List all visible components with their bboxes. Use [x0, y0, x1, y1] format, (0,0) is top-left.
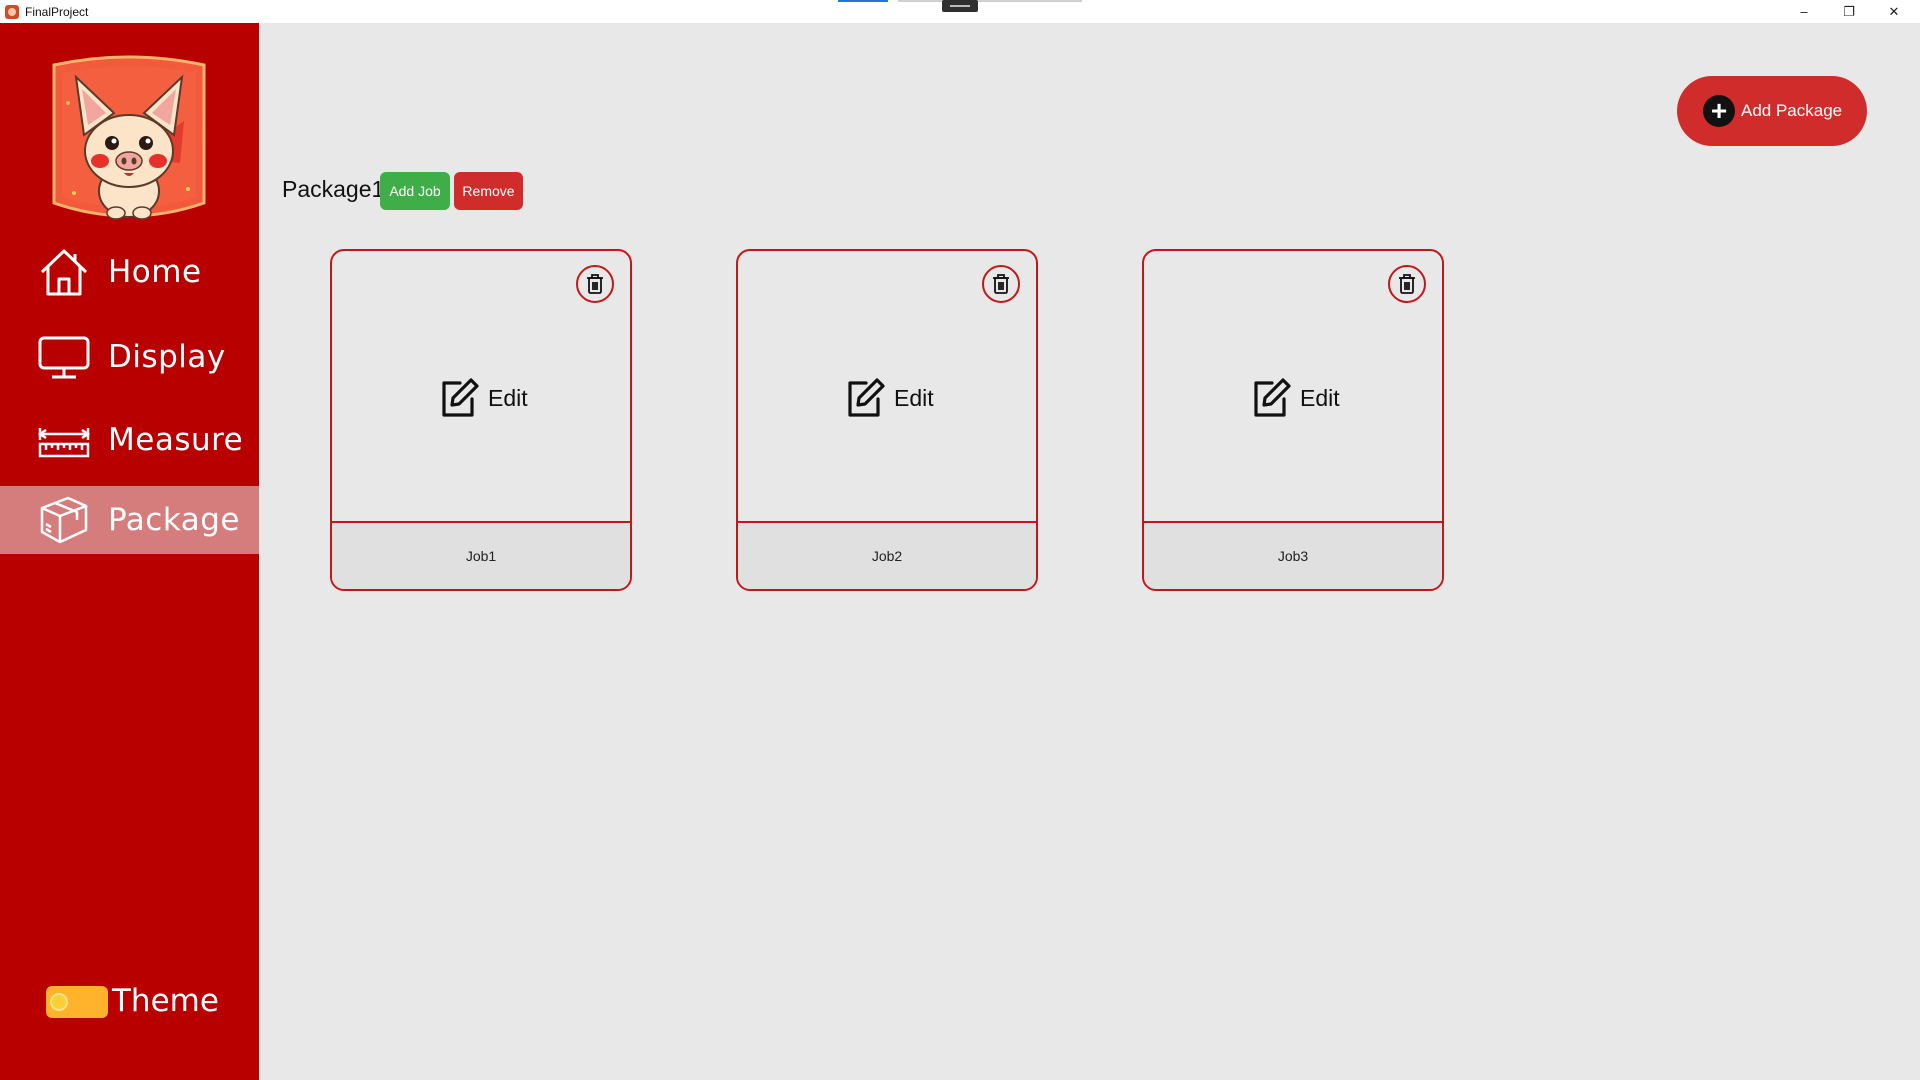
sidebar-item-package[interactable]: Package [0, 486, 259, 554]
job-name: Job2 [738, 521, 1036, 589]
sidebar-item-home[interactable]: Home [0, 237, 259, 307]
edit-job-button[interactable]: Edit [1250, 377, 1340, 419]
add-job-button[interactable]: Add Job [380, 172, 450, 210]
job-card: Edit Job1 [330, 249, 632, 591]
job-card: Edit Job2 [736, 249, 1038, 591]
package-title: Package1 [282, 176, 385, 202]
edit-icon [1254, 378, 1291, 417]
job-name: Job1 [332, 521, 630, 589]
edit-job-button[interactable]: Edit [844, 377, 934, 419]
edit-icon [848, 378, 885, 417]
window-title: FinalProject [25, 4, 89, 19]
snap-indicator-active [838, 0, 888, 2]
edit-icon [442, 378, 479, 417]
remove-package-button[interactable]: Remove [454, 172, 523, 210]
edit-job-button[interactable]: Edit [438, 377, 528, 419]
edit-label: Edit [1300, 384, 1340, 411]
delete-job-button[interactable] [1388, 265, 1426, 303]
trash-icon [1399, 274, 1415, 294]
plus-circle-icon: + [1703, 95, 1735, 127]
ruler-icon [38, 414, 90, 466]
minimize-button[interactable]: – [1781, 0, 1827, 23]
job-name: Job3 [1144, 521, 1442, 589]
job-card-body: Edit [1144, 251, 1442, 521]
app-icon [5, 4, 19, 19]
sidebar-item-label: Measure [108, 422, 244, 458]
trash-icon [587, 274, 603, 294]
home-icon [38, 246, 90, 298]
theme-label: Theme [112, 983, 219, 1019]
sidebar-item-label: Home [108, 254, 202, 290]
edit-label: Edit [894, 384, 934, 411]
theme-toggle[interactable] [46, 986, 108, 1018]
add-package-label: Add Package [1741, 101, 1843, 120]
close-button[interactable]: ✕ [1871, 0, 1917, 23]
add-package-button[interactable]: + Add Package [1677, 76, 1867, 146]
edit-label: Edit [488, 384, 528, 411]
sidebar: Home Display Measure Package Theme [0, 23, 259, 1080]
sidebar-item-label: Package [108, 502, 240, 538]
sidebar-item-label: Display [108, 339, 226, 375]
monitor-icon [38, 331, 90, 383]
sidebar-item-measure[interactable]: Measure [0, 405, 259, 475]
sun-icon [50, 993, 68, 1011]
job-card: Edit Job3 [1142, 249, 1444, 591]
trash-icon [993, 274, 1009, 294]
box-icon [38, 494, 90, 546]
drag-handle[interactable] [942, 0, 978, 12]
job-card-body: Edit [738, 251, 1036, 521]
title-bar: FinalProject – ❐ ✕ [0, 0, 1920, 23]
sidebar-item-display[interactable]: Display [0, 322, 259, 392]
delete-job-button[interactable] [576, 265, 614, 303]
restore-button[interactable]: ❐ [1826, 0, 1872, 23]
snap-indicator-inactive [898, 0, 1082, 2]
pig-logo [48, 43, 210, 223]
job-card-body: Edit [332, 251, 630, 521]
delete-job-button[interactable] [982, 265, 1020, 303]
